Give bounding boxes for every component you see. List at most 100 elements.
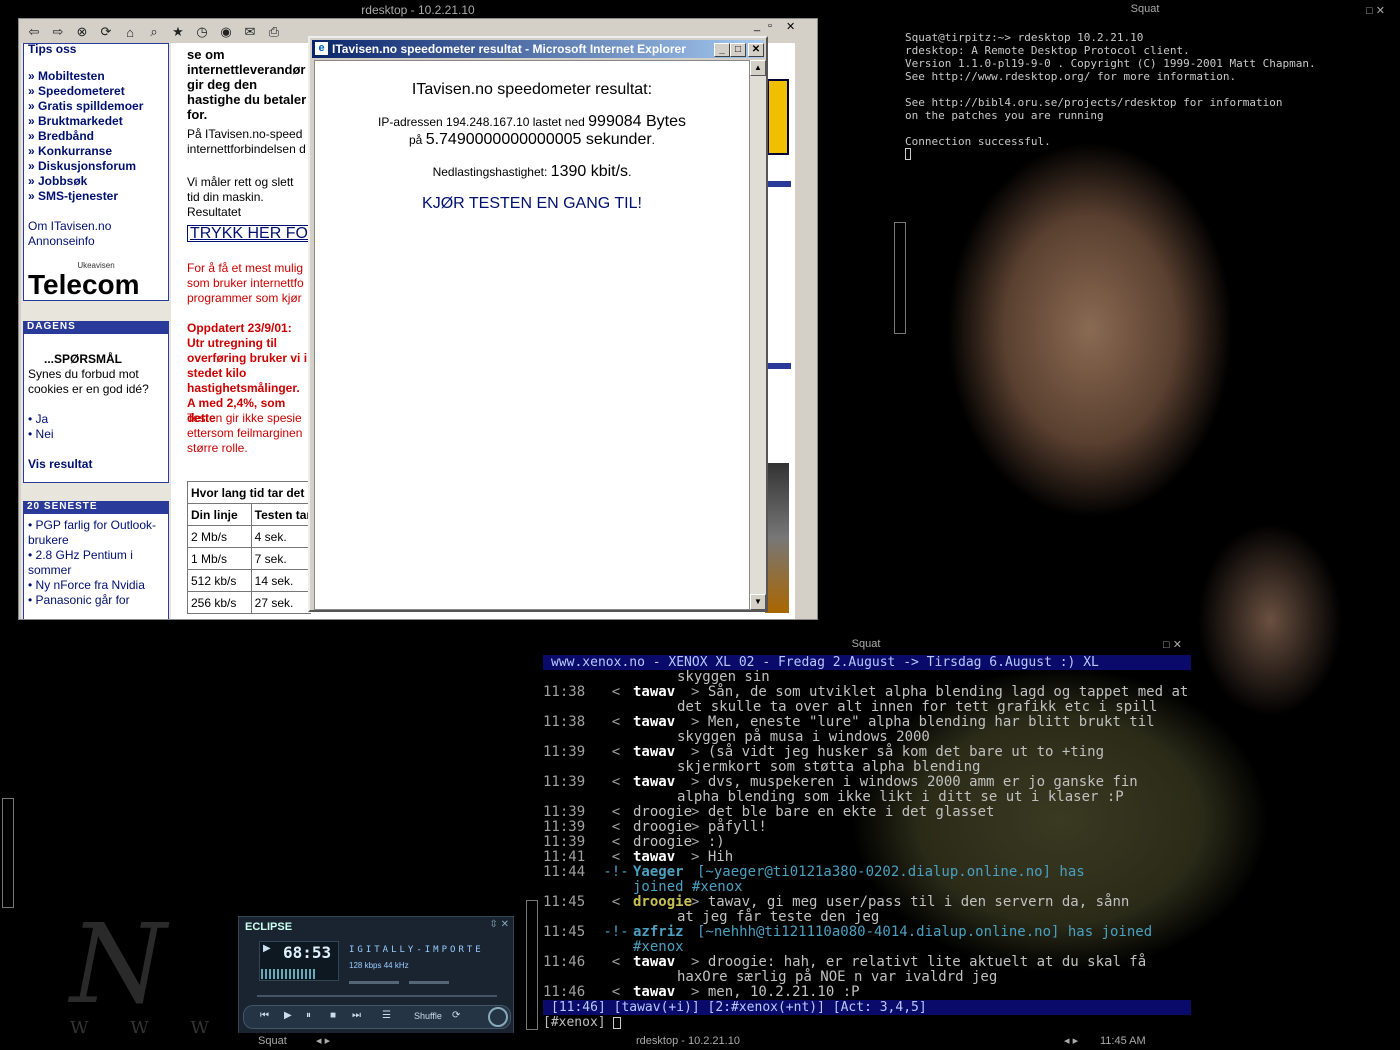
tips-link[interactable]: Tips oss <box>28 43 164 57</box>
poll-option-ja[interactable]: • Ja <box>28 412 164 427</box>
home-icon[interactable]: ⌂ <box>121 25 139 40</box>
nav-link-diskusjonsforum[interactable]: » Diskusjonsforum <box>28 159 164 174</box>
ads-link[interactable]: Annonseinfo <box>28 234 164 249</box>
irc-nick[interactable]: tawav <box>633 775 691 790</box>
print-icon[interactable]: ⎙ <box>265 24 283 40</box>
ad-banner[interactable] <box>767 79 789 155</box>
irc-nick[interactable]: tawav <box>633 850 691 865</box>
pause-icon[interactable]: ⏸ <box>306 1010 311 1021</box>
stop-icon[interactable]: ⊗ <box>73 24 91 40</box>
terminal-scrollbar[interactable] <box>894 222 906 334</box>
minimize-button[interactable]: _ <box>714 43 730 57</box>
test-cta-link[interactable]: TRYKK HER FOR <box>187 225 311 242</box>
recent-link[interactable]: • Panasonic går for <box>28 593 164 608</box>
minimize-icon[interactable]: _ <box>754 20 760 32</box>
playlist-icon[interactable]: ☰ <box>382 1010 391 1021</box>
shuffle-button[interactable]: Shuffle <box>414 1011 442 1021</box>
irc-nick[interactable]: droogie <box>633 805 692 820</box>
irc-nick[interactable]: droogie <box>633 820 692 835</box>
previous-icon[interactable]: ⏮ <box>260 1010 269 1021</box>
taskbar-arrows-icon[interactable]: ◂ ▸ <box>1064 1033 1078 1050</box>
repeat-icon[interactable]: ⟳ <box>452 1010 460 1021</box>
irc-topic-bar: www.xenox.no - XENOX XL 02 - Fredag 2.Au… <box>543 655 1191 670</box>
irc-message-log: skyggen sin 11:38 < tawav > Sån, de som utvi… <box>543 670 1203 1000</box>
table-row: 1 Mb/s 7 sek. <box>187 547 311 570</box>
play-icon[interactable]: ▶ <box>284 1010 292 1021</box>
irc-nick[interactable]: Yaeger <box>633 865 697 880</box>
recent-link[interactable]: • Ny nForce fra Nvidia <box>28 578 164 593</box>
taskbar-item-rdesktop[interactable]: rdesktop - 10.2.21.10 <box>636 1033 740 1050</box>
nav-link-bruktmarkedet[interactable]: » Bruktmarkedet <box>28 114 164 129</box>
taskbar-item-squat[interactable]: Squat <box>258 1033 287 1050</box>
irc-cursor <box>613 1016 622 1029</box>
nav-link-speedometeret[interactable]: » Speedometeret <box>28 84 164 99</box>
taskbar-arrows-icon[interactable]: ◂ ▸ <box>316 1033 330 1050</box>
favorites-icon[interactable]: ★ <box>169 24 187 40</box>
irc-nick[interactable]: tawav <box>633 715 691 730</box>
about-link[interactable]: Om ITavisen.no <box>28 219 164 234</box>
irc-nick[interactable]: droogie <box>633 835 692 850</box>
maximize-icon[interactable]: □ <box>1366 5 1373 17</box>
close-button[interactable]: ✕ <box>748 43 764 57</box>
nav-link-jobbsok[interactable]: » Jobbsøk <box>28 174 164 189</box>
irc-nick[interactable]: droogie <box>633 895 692 910</box>
irc-nick[interactable]: tawav <box>633 685 691 700</box>
maximize-icon[interactable]: □ <box>1163 639 1170 651</box>
popup-titlebar[interactable]: e ITavisen.no speedometer resultat - Mic… <box>312 40 764 58</box>
player-window-controls[interactable]: ⇳ ✕ <box>489 919 509 930</box>
irc-timestamp: 11:39 <box>543 834 586 850</box>
irc-nick[interactable]: tawav <box>633 955 691 970</box>
poll-option-nei[interactable]: • Nei <box>28 427 164 442</box>
retest-link[interactable]: KJØR TESTEN EN GANG TIL! <box>315 195 749 213</box>
nav-link-sms[interactable]: » SMS-tjenester <box>28 189 164 204</box>
irc-input-line[interactable]: [#xenox] <box>543 1015 1191 1030</box>
ie-scrollbar[interactable] <box>795 43 813 619</box>
media-player: ECLIPSE ⇳ ✕ ▶ 68:53 IGITALLY-IMPORTE 128… <box>238 916 514 1034</box>
recent-link[interactable]: • PGP farlig for Outlook-brukere <box>28 518 164 548</box>
nav-list: » Mobiltesten » Speedometeret » Gratis s… <box>28 69 164 204</box>
nav-link-spilldemoer[interactable]: » Gratis spilldemoer <box>28 99 164 114</box>
search-icon[interactable]: ⌕ <box>145 24 163 40</box>
media-icon[interactable]: ◉ <box>217 24 235 40</box>
seek-bar[interactable] <box>257 995 497 997</box>
mail-icon[interactable]: ✉ <box>241 24 259 40</box>
close-icon[interactable]: ✕ <box>1173 639 1182 651</box>
scroll-down-arrow-icon[interactable]: ▼ <box>750 594 766 610</box>
volume-slider[interactable] <box>349 981 399 984</box>
popup-scrollbar[interactable]: ▲ ▼ <box>750 60 766 610</box>
next-icon[interactable]: ⏭ <box>352 1010 361 1021</box>
irc-timestamp: 11:46 <box>543 954 586 970</box>
table-row: 2 Mb/s 4 sek. <box>187 525 311 548</box>
forward-icon[interactable]: ⇨ <box>49 24 67 40</box>
left-scrollbar-widget[interactable] <box>2 798 14 908</box>
irc-nick[interactable]: azfriz <box>633 925 697 940</box>
irc-separator: -!- <box>603 864 629 880</box>
refresh-icon[interactable]: ⟳ <box>97 24 115 40</box>
recent-link[interactable]: • 2.8 GHz Pentium i sommer <box>28 548 164 578</box>
back-icon[interactable]: ⇦ <box>25 24 43 40</box>
irc-channel-prompt: [#xenox] <box>543 1015 614 1030</box>
eject-knob-icon[interactable] <box>488 1007 508 1027</box>
irc-scrollbar[interactable] <box>526 900 538 1030</box>
maximize-button[interactable]: □ <box>730 43 746 57</box>
nav-link-bredband[interactable]: » Bredbånd <box>28 129 164 144</box>
nav-link-konkurranse[interactable]: » Konkurranse <box>28 144 164 159</box>
poll-results-link[interactable]: Vis resultat <box>28 457 164 472</box>
table-cell: 4 sek. <box>250 525 311 548</box>
history-icon[interactable]: ◷ <box>193 24 211 40</box>
terminal-output[interactable]: Squat@tirpitz:~> rdesktop 10.2.21.10 rdes… <box>905 18 1395 168</box>
balance-slider[interactable] <box>409 981 449 984</box>
restore-icon[interactable]: ▫ <box>768 20 772 32</box>
stop-icon[interactable]: ■ <box>330 1010 336 1021</box>
scroll-up-arrow-icon[interactable]: ▲ <box>750 60 766 76</box>
player-brand: ECLIPSE <box>245 921 293 933</box>
close-icon[interactable]: ✕ <box>1376 5 1385 17</box>
irc-nick[interactable]: tawav <box>633 745 691 760</box>
terminal-line: See http://bibl4.oru.se/projects/rdeskto… <box>905 96 1283 109</box>
irc-message: 11:46 < tawav > droogie: hah, er relativt l… <box>543 954 1147 970</box>
irc-nick[interactable]: tawav <box>633 985 691 1000</box>
dagens-header: DAGENS <box>23 321 169 333</box>
nav-link-mobiltesten[interactable]: » Mobiltesten <box>28 69 164 84</box>
ad-image[interactable] <box>765 463 789 613</box>
close-icon[interactable]: ✕ <box>786 20 795 33</box>
